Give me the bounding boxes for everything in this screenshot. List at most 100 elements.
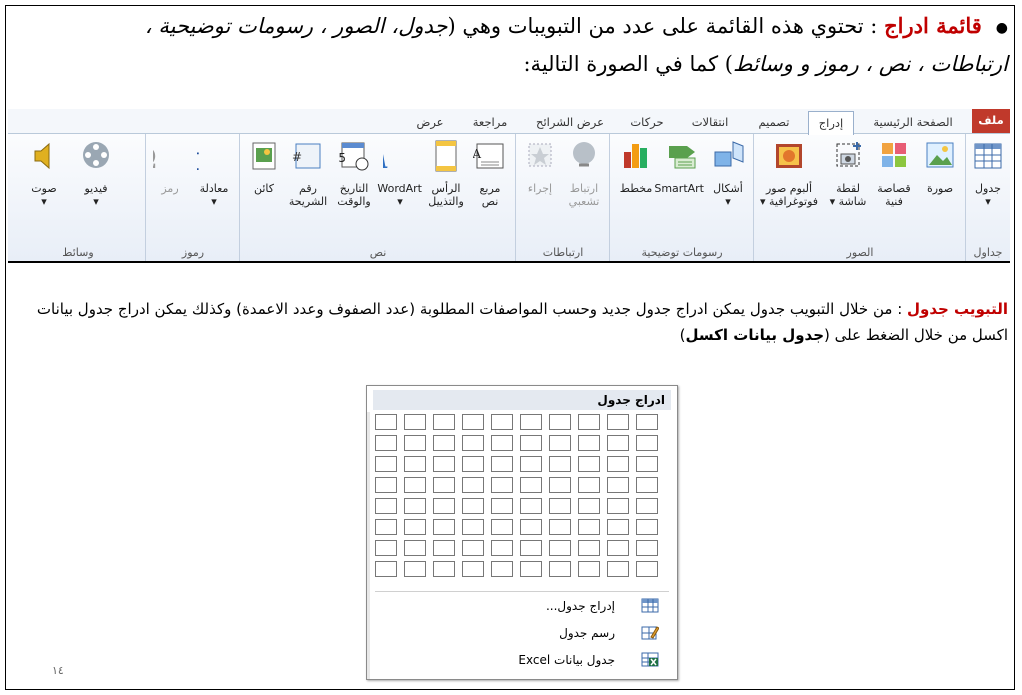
grid-cell[interactable] [636, 414, 658, 430]
grid-cell[interactable] [433, 498, 455, 514]
grid-cell[interactable] [375, 456, 397, 472]
video-button[interactable]: فيديو ▾ [74, 138, 118, 208]
grid-cell[interactable] [520, 561, 542, 577]
grid-cell[interactable] [462, 540, 484, 556]
grid-cell[interactable] [520, 519, 542, 535]
grid-cell[interactable] [462, 519, 484, 535]
grid-cell[interactable] [549, 477, 571, 493]
grid-cell[interactable] [404, 561, 426, 577]
grid-cell[interactable] [636, 477, 658, 493]
grid-cell[interactable] [491, 414, 513, 430]
grid-cell[interactable] [375, 498, 397, 514]
grid-cell[interactable] [607, 540, 629, 556]
grid-cell[interactable] [404, 456, 426, 472]
grid-cell[interactable] [549, 519, 571, 535]
grid-cell[interactable] [578, 498, 600, 514]
grid-cell[interactable] [578, 414, 600, 430]
grid-cell[interactable] [578, 540, 600, 556]
grid-cell[interactable] [520, 477, 542, 493]
grid-cell[interactable] [491, 498, 513, 514]
grid-cell[interactable] [462, 414, 484, 430]
grid-cell[interactable] [375, 435, 397, 451]
tab-animations[interactable]: حركات [624, 111, 670, 133]
grid-cell[interactable] [433, 435, 455, 451]
grid-cell[interactable] [404, 519, 426, 535]
table-grid[interactable] [375, 414, 673, 584]
clipart-button[interactable]: قصاصة فنية [872, 138, 916, 208]
grid-cell[interactable] [549, 561, 571, 577]
grid-cell[interactable] [520, 456, 542, 472]
grid-cell[interactable] [636, 540, 658, 556]
grid-cell[interactable] [578, 519, 600, 535]
textbox-button[interactable]: A مربع نص [468, 138, 512, 208]
draw-table-menu-item[interactable]: رسم جدول [371, 621, 669, 645]
grid-cell[interactable] [549, 456, 571, 472]
popup-scrollbar[interactable] [367, 412, 370, 679]
grid-cell[interactable] [404, 498, 426, 514]
grid-cell[interactable] [636, 456, 658, 472]
grid-cell[interactable] [491, 456, 513, 472]
grid-cell[interactable] [491, 519, 513, 535]
grid-cell[interactable] [404, 435, 426, 451]
grid-cell[interactable] [549, 540, 571, 556]
grid-cell[interactable] [462, 456, 484, 472]
grid-cell[interactable] [636, 561, 658, 577]
grid-cell[interactable] [404, 540, 426, 556]
grid-cell[interactable] [491, 540, 513, 556]
grid-cell[interactable] [433, 477, 455, 493]
header-footer-button[interactable]: الرأس والتذييل [424, 138, 468, 208]
grid-cell[interactable] [607, 477, 629, 493]
chart-button[interactable]: مخطط [614, 138, 658, 195]
object-button[interactable]: كائن [242, 138, 286, 195]
grid-cell[interactable] [607, 456, 629, 472]
grid-cell[interactable] [549, 414, 571, 430]
grid-cell[interactable] [491, 477, 513, 493]
action-button[interactable]: إجراء [518, 138, 562, 195]
grid-cell[interactable] [462, 435, 484, 451]
tab-transitions[interactable]: انتقالات [682, 111, 738, 133]
grid-cell[interactable] [636, 435, 658, 451]
grid-cell[interactable] [607, 519, 629, 535]
insert-table-menu-item[interactable]: إدراج جدول... [371, 594, 669, 618]
table-button[interactable]: جدول ▾ [966, 138, 1010, 208]
grid-cell[interactable] [520, 435, 542, 451]
grid-cell[interactable] [636, 519, 658, 535]
grid-cell[interactable] [462, 477, 484, 493]
wordart-button[interactable]: A WordArt ▾ [377, 138, 422, 208]
grid-cell[interactable] [433, 561, 455, 577]
tab-insert[interactable]: إدراج [808, 111, 854, 135]
shapes-button[interactable]: أشكال ▾ [706, 138, 750, 208]
grid-cell[interactable] [636, 498, 658, 514]
grid-cell[interactable] [375, 477, 397, 493]
hyperlink-button[interactable]: ارتباط تشعبي [562, 138, 606, 208]
tab-view[interactable]: عرض [410, 111, 450, 133]
grid-cell[interactable] [491, 561, 513, 577]
tab-file[interactable]: ملف [972, 109, 1010, 133]
grid-cell[interactable] [578, 561, 600, 577]
grid-cell[interactable] [375, 519, 397, 535]
grid-cell[interactable] [433, 540, 455, 556]
grid-cell[interactable] [462, 498, 484, 514]
grid-cell[interactable] [433, 414, 455, 430]
grid-cell[interactable] [578, 477, 600, 493]
grid-cell[interactable] [404, 477, 426, 493]
grid-cell[interactable] [375, 540, 397, 556]
tab-home[interactable]: الصفحة الرئيسية [868, 111, 958, 133]
grid-cell[interactable] [404, 414, 426, 430]
symbol-button[interactable]: Ω رمز [148, 138, 192, 195]
excel-sheet-menu-item[interactable]: جدول بيانات Excel [371, 648, 669, 672]
equation-button[interactable]: π معادلة ▾ [192, 138, 236, 208]
grid-cell[interactable] [491, 435, 513, 451]
grid-cell[interactable] [549, 435, 571, 451]
grid-cell[interactable] [578, 456, 600, 472]
grid-cell[interactable] [520, 498, 542, 514]
grid-cell[interactable] [375, 414, 397, 430]
screenshot-button[interactable]: لقطة شاشة ▾ [826, 138, 870, 208]
grid-cell[interactable] [375, 561, 397, 577]
grid-cell[interactable] [433, 456, 455, 472]
smartart-button[interactable]: SmartArt [654, 138, 704, 195]
grid-cell[interactable] [462, 561, 484, 577]
tab-design[interactable]: تصميم [750, 111, 798, 133]
grid-cell[interactable] [433, 519, 455, 535]
audio-button[interactable]: صوت ▾ [22, 138, 66, 208]
